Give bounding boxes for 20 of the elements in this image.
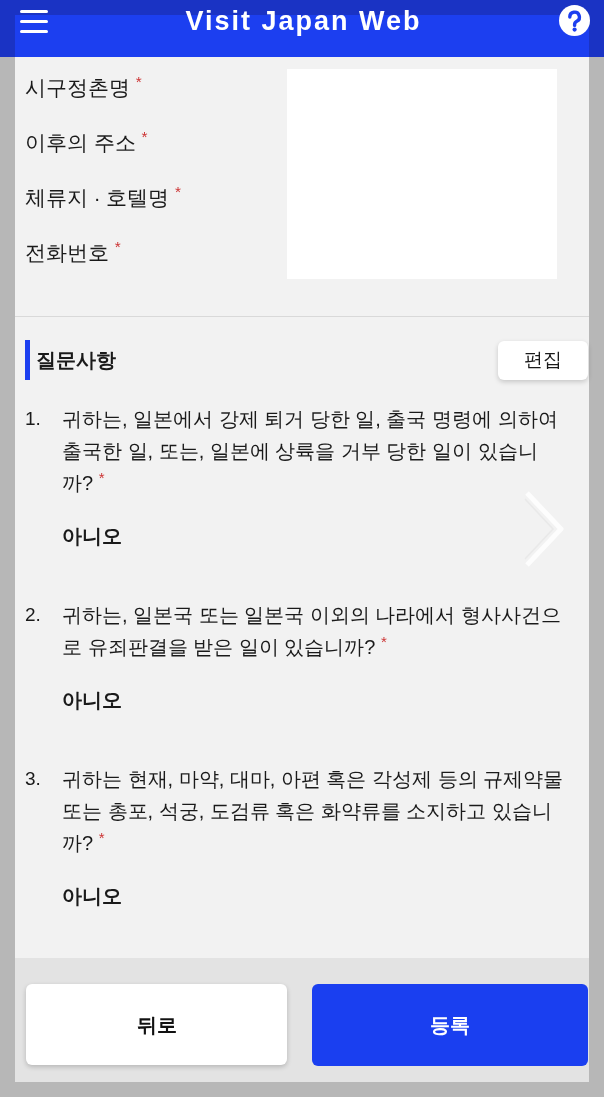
question-number: 1. — [25, 407, 42, 431]
back-button[interactable]: 뒤로 — [26, 984, 287, 1065]
menu-icon[interactable] — [20, 10, 48, 33]
edit-button[interactable]: 편집 — [498, 340, 588, 380]
field-label: 시구정촌명 $^{*}$ — [25, 74, 143, 101]
app-title: Visit Japan Web — [185, 5, 422, 37]
register-button[interactable]: 등록 — [312, 984, 588, 1066]
answer-text: 아니오 — [62, 884, 122, 909]
question-text: 귀하는, 일본국 또는 일본국 이외의 나라에서 형사사건으로 유죄판결을 받은 일이 있습니까? $^{*}$ — [62, 603, 562, 660]
answer-text: 아니오 — [62, 524, 122, 549]
section-heading: 질문사항 — [25, 340, 116, 380]
question-number: 3. — [25, 767, 42, 791]
question-text: 귀하는, 일본에서 강제 퇴거 당한 일, 출국 명령에 의하여 출국한 일, 또는, 일본에 상륙을 거부 당한 일이 있습니까? $^{*}$ — [62, 407, 559, 496]
question-number: 2. — [25, 603, 42, 627]
help-icon[interactable] — [559, 5, 590, 36]
answer-text: 아니오 — [62, 688, 122, 713]
field-label: 전화번호 $^{*}$ — [25, 239, 122, 266]
question-text: 귀하는 현재, 마약, 대마, 아편 혹은 각성제 등의 규제약물 또는 총포, 석궁, 도검류 혹은 화약류를 소지하고 있습니까? $^{*}$ — [62, 767, 565, 856]
field-label: 이후의 주소 $^{*}$ — [25, 129, 149, 156]
field-label: 체류지 · 호텔명 $^{*}$ — [25, 184, 182, 211]
